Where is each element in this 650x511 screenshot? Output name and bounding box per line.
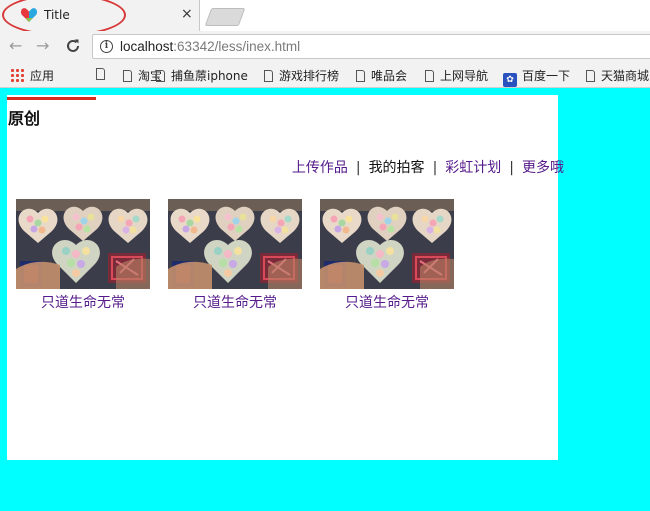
heart-box-macarons-photo[interactable] [320,199,454,289]
page-title: 原创 [8,109,41,128]
page-icon [156,70,165,82]
bookmark-tmall[interactable]: 天猫商城 [586,67,649,84]
page-icon [356,70,365,82]
photo-caption[interactable]: 只道生命无常 [16,292,150,312]
heart-box-macarons-photo[interactable] [16,199,150,289]
bookmark-baidu[interactable]: ✿ 百度一下 [503,67,570,87]
photo-caption[interactable]: 只道生命无常 [168,292,302,312]
page-icon [425,70,434,82]
back-arrow-icon[interactable]: ← [9,36,22,55]
nav-separator: | [509,160,514,176]
url-text[interactable]: localhost:63342/less/inex.html [120,39,300,54]
nav-more[interactable]: 更多哦 [522,160,564,176]
page-icon [123,70,132,82]
nav-rainbow-plan[interactable]: 彩虹计划 [445,160,501,176]
new-tab-button[interactable] [204,8,246,26]
tab-strip: Title × [0,0,650,36]
photo-card: 只道生命无常 [16,199,150,312]
forward-arrow-icon[interactable]: → [36,36,49,55]
content-panel: 原创 上传作品 | 我的拍客 | 彩虹计划 | 更多哦 只道生命无常 只道生命无… [7,95,564,460]
page-icon [96,68,105,80]
bookmark-label: 游戏排行榜 [279,69,340,83]
address-bar[interactable]: i localhost:63342/less/inex.html [92,34,650,59]
bookmark-game-ranking[interactable]: 游戏排行榜 [264,67,339,84]
heading-accent-bar [7,97,96,100]
heart-box-macarons-photo[interactable] [168,199,302,289]
bookmark-label: 天猫商城 [601,69,650,83]
bookmark-label: 百度一下 [522,69,571,83]
tab-close-icon[interactable]: × [181,6,193,22]
info-icon[interactable]: i [100,40,113,53]
bookmarks-bar: 应用 淘宝 捕鱼蒝iphone 游戏排行榜 唯品会 上网导航 ✿ 百度一下 天猫商… [0,62,650,88]
page-icon [586,70,595,82]
bookmark-web-nav[interactable]: 上网导航 [425,67,488,84]
apps-grid-icon [10,68,24,82]
baidu-paw-icon: ✿ [503,73,517,87]
bookmark-blank[interactable] [96,67,111,81]
bookmark-buyu[interactable]: 捕鱼蒝iphone [156,67,248,84]
url-path: :63342/less/inex.html [173,39,301,54]
nav-separator: | [432,160,438,176]
bookmark-label: 唯品会 [371,69,408,83]
nav-my-paike[interactable]: 我的拍客 [369,160,425,176]
nav-upload-works[interactable]: 上传作品 [292,160,348,176]
bookmark-label: 应用 [30,69,55,83]
nav-separator: | [355,160,361,176]
bookmark-label: 上网导航 [440,69,489,83]
photo-caption[interactable]: 只道生命无常 [320,292,454,312]
photo-card: 只道生命无常 [168,199,302,312]
reload-icon[interactable] [65,38,81,54]
bookmark-vip[interactable]: 唯品会 [356,67,407,84]
page-icon [264,70,273,82]
bookmark-label: 捕鱼蒝iphone [171,69,248,83]
bookmark-apps[interactable]: 应用 [10,67,54,84]
sub-navigation: 上传作品 | 我的拍客 | 彩虹计划 | 更多哦 [292,157,564,177]
url-host: localhost [120,39,174,54]
photo-card: 只道生命无常 [320,199,454,312]
